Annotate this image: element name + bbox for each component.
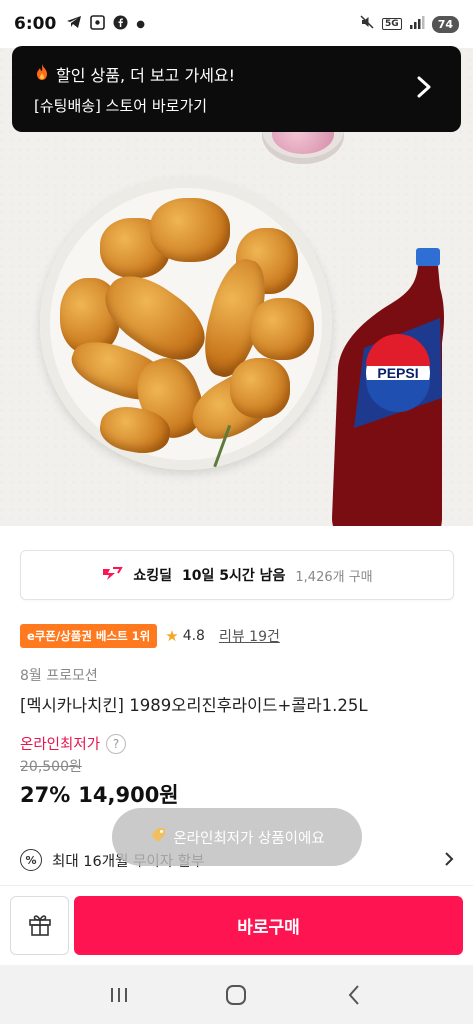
mute-icon	[359, 14, 375, 34]
rating-value: 4.8	[182, 628, 205, 644]
fire-icon	[34, 63, 50, 85]
status-bar: 6:00 ● 5G 74	[0, 0, 473, 48]
chicken-plate	[40, 178, 332, 476]
back-icon[interactable]	[334, 975, 374, 1015]
system-icons: 5G 74	[359, 14, 459, 34]
price-row: 27% 14,900원	[20, 779, 179, 809]
deal-label: 쇼킹딜	[133, 568, 173, 584]
purchase-count: 1,426개 구매	[295, 569, 373, 585]
toast-text: 온라인최저가 상품이에요	[173, 830, 325, 847]
product-title: [멕시카나치킨] 1989오리진후라이드+콜라1.25L	[20, 696, 368, 715]
battery-indicator: 74	[431, 15, 459, 33]
lowest-price-row: 온라인최저가 ?	[20, 733, 127, 754]
best-badge: e쿠폰/상품권 베스트 1위	[20, 624, 158, 648]
deal-icon	[101, 565, 124, 585]
gift-icon	[27, 911, 53, 941]
star-icon: ★	[165, 627, 179, 645]
system-nav-bar	[0, 965, 473, 1024]
rating: ★ 4.8	[165, 627, 205, 645]
lowest-price-label: 온라인최저가	[20, 737, 101, 753]
network-label: 5G	[382, 18, 402, 30]
toast-message: 온라인최저가 상품이에요	[112, 808, 362, 866]
signal-icon	[409, 15, 425, 34]
cola-bottle: PEPSI	[332, 248, 444, 526]
tag-icon	[149, 826, 167, 848]
discount-rate: 27%	[20, 783, 71, 807]
banner-title: 할인 상품, 더 보고 가세요!	[56, 66, 236, 85]
home-icon[interactable]	[216, 975, 256, 1015]
sale-price: 14,900원	[78, 783, 179, 807]
percent-icon: %	[20, 849, 42, 871]
reviews-link[interactable]: 리뷰 19건	[219, 626, 280, 646]
purchase-bar: 바로구매	[0, 885, 473, 965]
chevron-right-icon[interactable]	[409, 72, 439, 102]
question-icon[interactable]: ?	[106, 733, 127, 754]
facebook-icon	[113, 15, 128, 34]
bottle-brand-text: PEPSI	[377, 365, 418, 381]
deal-remaining-time: 10일 5시간 남음	[182, 568, 286, 584]
recent-apps-icon[interactable]	[99, 975, 139, 1015]
badge-rating-row: e쿠폰/상품권 베스트 1위 ★ 4.8 리뷰 19건	[20, 624, 280, 648]
gift-button[interactable]	[10, 896, 69, 955]
screenshot-icon	[90, 14, 106, 34]
telegram-icon	[66, 15, 82, 33]
banner-subtitle: [슈팅배송] 스토어 바로가기	[34, 97, 208, 115]
store-promo-banner[interactable]: 할인 상품, 더 보고 가세요! [슈팅배송] 스토어 바로가기	[12, 46, 461, 132]
promo-label: 8월 프로모션	[20, 668, 98, 684]
notification-icons: ●	[66, 14, 146, 34]
status-time: 6:00	[14, 14, 57, 34]
original-price: 20,500원	[20, 759, 82, 775]
buy-now-button[interactable]: 바로구매	[74, 896, 463, 955]
chevron-right-icon	[445, 851, 454, 870]
shocking-deal-box: 쇼킹딜 10일 5시간 남음 1,426개 구매	[20, 550, 454, 600]
dot-icon: ●	[136, 18, 146, 30]
